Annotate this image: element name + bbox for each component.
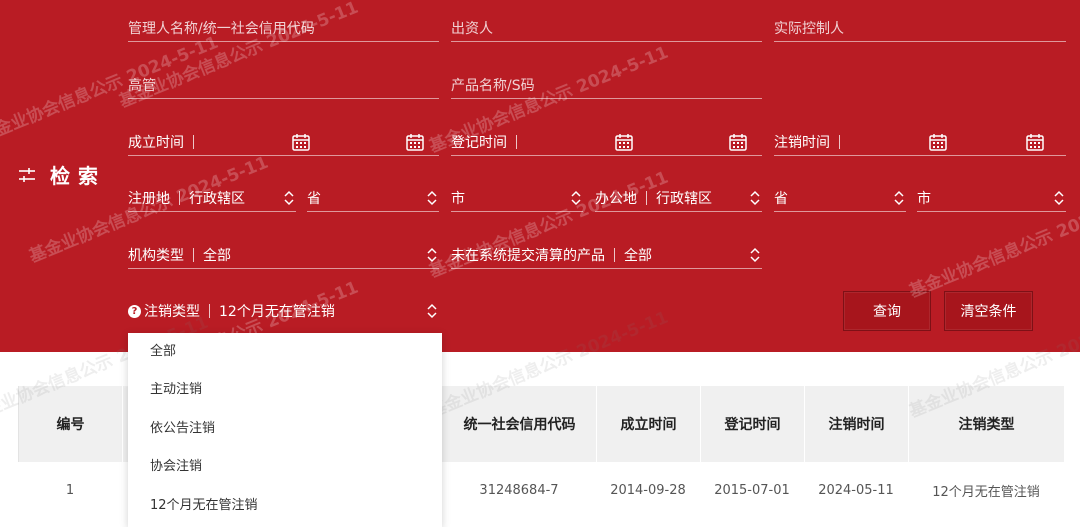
column-header-number[interactable]: 编号: [19, 386, 123, 462]
established-date-range[interactable]: 成立时间: [128, 128, 439, 156]
sort-arrows-icon: [427, 190, 437, 206]
column-header-cancelled[interactable]: 注销时间: [805, 386, 909, 462]
cell-established: 2014-09-28: [610, 482, 686, 498]
org-type-select[interactable]: 机构类型 全部: [128, 241, 439, 269]
dropdown-option-voluntary[interactable]: 主动注销: [150, 380, 202, 400]
product-input[interactable]: 产品名称/S码: [451, 71, 762, 99]
help-circle-icon[interactable]: ?: [128, 304, 141, 318]
column-header-registered[interactable]: 登记时间: [701, 386, 805, 462]
sort-arrows-icon: [894, 190, 904, 206]
dropdown-option-all[interactable]: 全部: [150, 342, 176, 362]
cancelled-date-range[interactable]: 注销时间: [774, 128, 1066, 156]
sort-arrows-icon: [750, 247, 760, 263]
cancel-type-select[interactable]: ? 注销类型 12个月无在管注销: [128, 297, 439, 325]
office-district-select[interactable]: 办公地 行政辖区: [595, 184, 762, 212]
column-header-established[interactable]: 成立时间: [597, 386, 701, 462]
controller-input[interactable]: 实际控制人: [774, 14, 1066, 42]
search-title: 检索: [50, 164, 106, 188]
query-button[interactable]: 查询: [843, 291, 931, 331]
calendar-icon[interactable]: [1025, 132, 1045, 152]
office-city-select[interactable]: 市: [917, 184, 1066, 212]
dropdown-option-12-months[interactable]: 12个月无在管注销: [150, 496, 258, 516]
cell-registered: 2015-07-01: [714, 482, 790, 498]
executive-input[interactable]: 高管: [128, 71, 439, 99]
calendar-icon[interactable]: [728, 132, 748, 152]
registered-date-range[interactable]: 登记时间: [451, 128, 762, 156]
search-panel: 检索 管理人名称/统一社会信用代码 出资人 实际控制人 高管 产品名称/S码 成…: [0, 0, 1080, 352]
cell-credit-code: 31248684-7: [479, 482, 559, 498]
dropdown-option-announcement[interactable]: 依公告注销: [150, 419, 215, 439]
sort-arrows-icon: [427, 303, 437, 319]
manager-input[interactable]: 管理人名称/统一社会信用代码: [128, 14, 439, 42]
search-header: 检索: [18, 160, 106, 189]
calendar-icon[interactable]: [291, 132, 311, 152]
column-header-credit-code[interactable]: 统一社会信用代码: [443, 386, 597, 462]
cell-cancel-type: 12个月无在管注销: [932, 484, 1040, 500]
sort-arrows-icon: [1054, 190, 1064, 206]
calendar-icon[interactable]: [405, 132, 425, 152]
cell-number: 1: [65, 482, 75, 498]
calendar-icon[interactable]: [614, 132, 634, 152]
reg-district-select[interactable]: 注册地 行政辖区: [128, 184, 296, 212]
cancel-type-dropdown: 全部 主动注销 依公告注销 协会注销 12个月无在管注销: [128, 333, 442, 527]
sort-arrows-icon: [284, 190, 294, 206]
sort-arrows-icon: [427, 247, 437, 263]
filter-sliders-icon: [19, 167, 35, 182]
dropdown-option-association[interactable]: 协会注销: [150, 457, 202, 477]
investor-input[interactable]: 出资人: [451, 14, 762, 42]
cell-cancelled: 2024-05-11: [818, 482, 894, 498]
reg-city-select[interactable]: 市: [451, 184, 583, 212]
unsettled-product-select[interactable]: 未在系统提交清算的产品 全部: [451, 241, 762, 269]
clear-button[interactable]: 清空条件: [944, 291, 1033, 331]
column-header-cancel-type[interactable]: 注销类型: [909, 386, 1065, 462]
calendar-icon[interactable]: [928, 132, 948, 152]
sort-arrows-icon: [571, 190, 581, 206]
office-province-select[interactable]: 省: [774, 184, 906, 212]
sort-arrows-icon: [750, 190, 760, 206]
reg-province-select[interactable]: 省: [307, 184, 439, 212]
